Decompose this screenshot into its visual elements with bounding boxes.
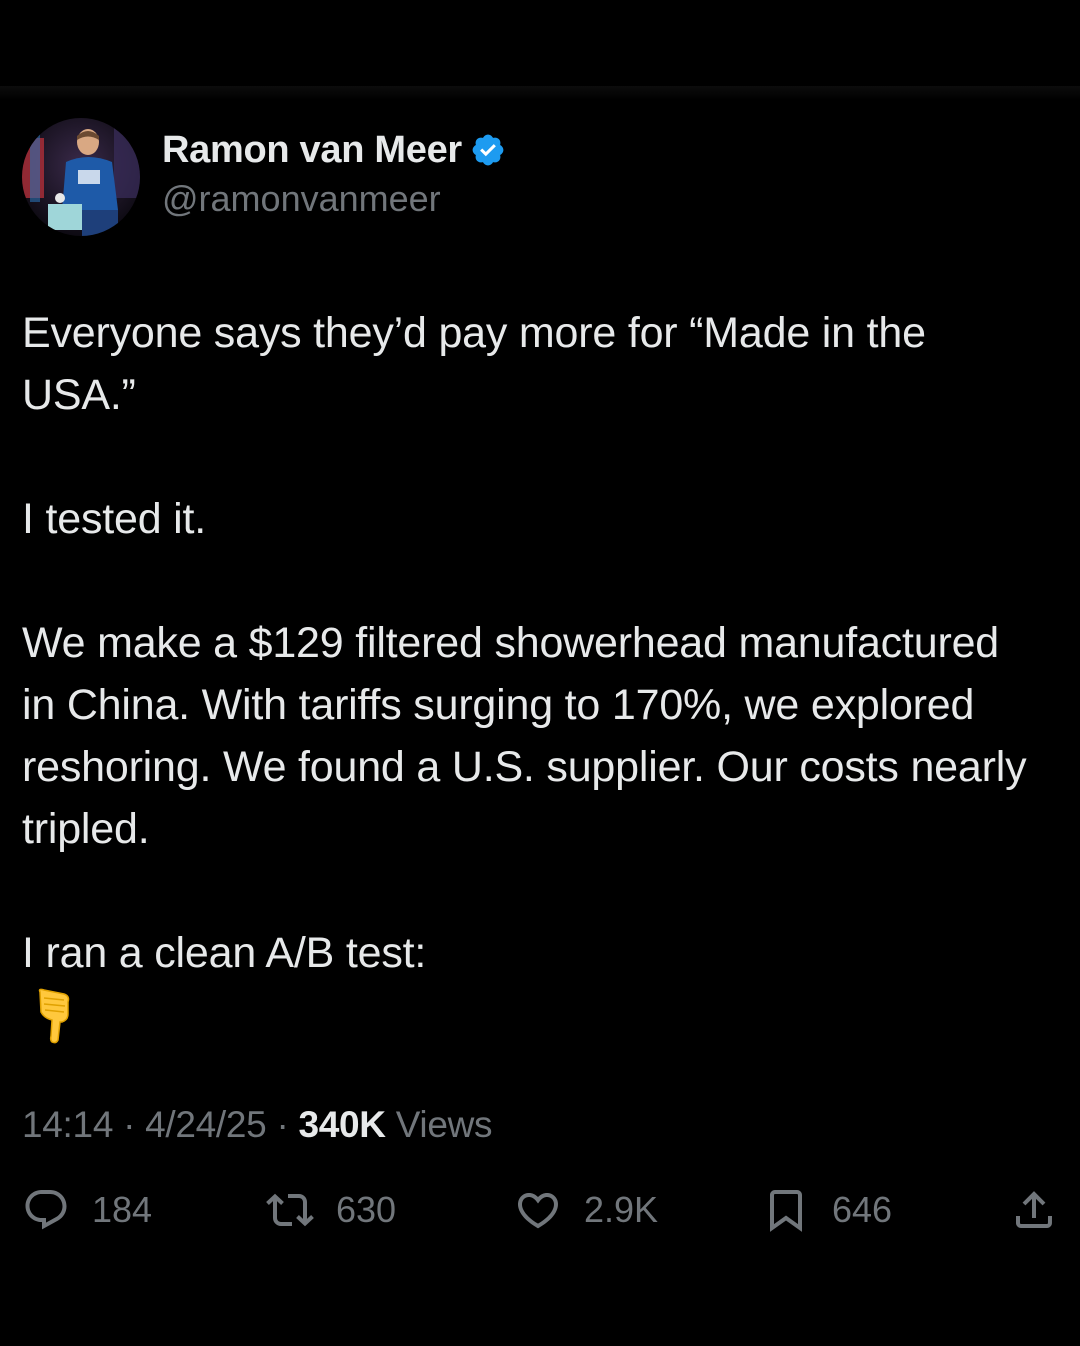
meta-separator: · — [276, 1104, 289, 1145]
pointing-down-emoji-icon — [38, 988, 70, 1044]
reply-count: 184 — [92, 1189, 153, 1230]
tweet-paragraph: I tested it. — [22, 495, 207, 543]
heart-icon — [517, 1193, 559, 1229]
repost-button[interactable]: 630 — [266, 1186, 396, 1234]
name-row: Ramon van Meer — [162, 129, 506, 172]
tweet-date[interactable]: 4/24/25 — [145, 1104, 267, 1145]
verified-badge-icon — [472, 134, 504, 166]
action-bar: 184 630 2.9K 646 — [0, 1186, 1080, 1246]
meta-separator: · — [123, 1104, 136, 1145]
tweet-header: Ramon van Meer @ramonvanmeer — [22, 118, 506, 236]
top-divider — [0, 86, 1080, 100]
tweet-meta: 14:14 · 4/24/25 · 340K Views — [22, 1104, 493, 1146]
display-name[interactable]: Ramon van Meer — [162, 129, 462, 172]
author-names: Ramon van Meer @ramonvanmeer — [162, 129, 506, 220]
bookmark-icon — [770, 1190, 802, 1232]
views-count: 340K — [298, 1104, 386, 1145]
share-icon — [1016, 1191, 1052, 1228]
avatar[interactable] — [22, 118, 140, 236]
like-button[interactable]: 2.9K — [514, 1186, 658, 1234]
tweet-paragraph: I ran a clean A/B test: — [22, 929, 427, 977]
like-count: 2.9K — [584, 1189, 659, 1230]
reply-button[interactable]: 184 — [22, 1186, 152, 1234]
reply-icon — [25, 1190, 67, 1230]
bookmark-count: 646 — [832, 1189, 893, 1230]
handle[interactable]: @ramonvanmeer — [162, 178, 506, 220]
repost-icon — [266, 1193, 314, 1227]
repost-count: 630 — [336, 1189, 397, 1230]
tweet-time[interactable]: 14:14 — [22, 1104, 113, 1145]
share-button[interactable] — [1010, 1186, 1058, 1234]
bookmark-button[interactable]: 646 — [762, 1186, 892, 1234]
views-label: Views — [395, 1104, 493, 1145]
tweet-paragraph: Everyone says they’d pay more for “Made … — [22, 309, 926, 419]
tweet-text: Everyone says they’d pay more for “Made … — [22, 302, 1032, 1044]
tweet-paragraph: We make a $129 filtered showerhead manuf… — [22, 619, 1027, 853]
